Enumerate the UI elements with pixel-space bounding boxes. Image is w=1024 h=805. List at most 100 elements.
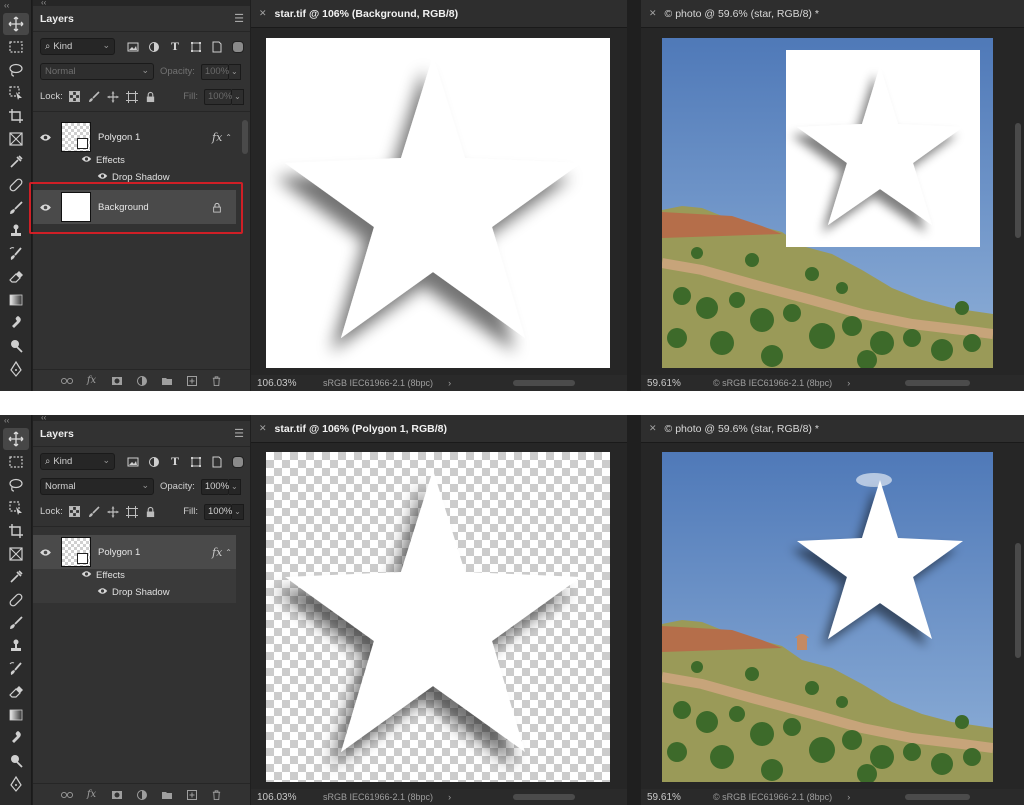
canvas-star-background[interactable] bbox=[266, 38, 610, 368]
frame-icon[interactable] bbox=[3, 128, 29, 150]
filter-kind-select[interactable]: ⌕ Kind ⌄ bbox=[40, 38, 115, 55]
layers-tab[interactable]: Layers bbox=[40, 13, 74, 25]
brush-icon[interactable] bbox=[3, 612, 29, 634]
canvas-area[interactable] bbox=[641, 443, 1024, 789]
panel-menu-icon[interactable]: ☰ bbox=[234, 427, 244, 440]
marquee-icon[interactable] bbox=[3, 451, 29, 473]
canvas-vertical-scrollbar[interactable] bbox=[1015, 543, 1021, 658]
zoom-level[interactable]: 106.03% bbox=[257, 378, 323, 389]
eraser-icon[interactable] bbox=[3, 681, 29, 703]
pen-icon[interactable] bbox=[3, 358, 29, 380]
fill-dropdown-icon[interactable]: ⌄ bbox=[232, 503, 244, 520]
fx-icon[interactable]: fx bbox=[86, 789, 98, 801]
lasso-icon[interactable] bbox=[3, 474, 29, 496]
drop-shadow-row[interactable]: Drop Shadow bbox=[97, 172, 170, 183]
history-brush-icon[interactable] bbox=[3, 658, 29, 680]
add-mask-icon[interactable] bbox=[111, 789, 123, 801]
adjustment-layer-icon[interactable] bbox=[136, 789, 148, 801]
visibility-eye-icon[interactable] bbox=[97, 587, 108, 598]
adjustment-layer-icon[interactable] bbox=[136, 375, 148, 387]
drop-shadow-row[interactable]: Drop Shadow bbox=[97, 587, 170, 598]
lock-position-icon[interactable] bbox=[107, 506, 119, 518]
fill-field[interactable]: 100% bbox=[204, 503, 232, 520]
filter-type-icon[interactable]: T bbox=[169, 454, 181, 468]
zoom-level[interactable]: 106.03% bbox=[257, 792, 323, 803]
layer-lock-icon[interactable] bbox=[212, 202, 222, 213]
lock-transparent-icon[interactable] bbox=[69, 91, 81, 103]
visibility-eye-icon[interactable] bbox=[33, 548, 57, 557]
fx-icon[interactable]: fx bbox=[86, 375, 98, 387]
marquee-icon[interactable] bbox=[3, 36, 29, 58]
fill-field[interactable]: 100% bbox=[204, 88, 232, 105]
group-folder-icon[interactable] bbox=[161, 375, 173, 387]
document-tab[interactable]: ✕ star.tif @ 106% (Background, RGB/8) bbox=[251, 0, 627, 28]
pen-icon[interactable] bbox=[3, 773, 29, 795]
close-icon[interactable]: ✕ bbox=[649, 8, 657, 19]
stamp-icon[interactable] bbox=[3, 220, 29, 242]
smudge-icon[interactable] bbox=[3, 312, 29, 334]
zoom-level[interactable]: 59.61% bbox=[647, 378, 713, 389]
document-tab[interactable]: ✕ © photo @ 59.6% (star, RGB/8) * bbox=[641, 415, 1024, 443]
opacity-field[interactable]: 100% bbox=[200, 63, 229, 80]
eraser-icon[interactable] bbox=[3, 266, 29, 288]
lock-all-icon[interactable] bbox=[145, 91, 157, 103]
close-icon[interactable]: ✕ bbox=[649, 423, 657, 434]
link-layers-icon[interactable] bbox=[60, 789, 73, 801]
add-mask-icon[interactable] bbox=[111, 375, 123, 387]
filter-smart-object-icon[interactable] bbox=[211, 456, 223, 468]
collapse-effects-chevron-icon[interactable]: ⌃ bbox=[225, 548, 232, 557]
close-icon[interactable]: ✕ bbox=[259, 423, 267, 434]
canvas-area[interactable] bbox=[251, 443, 634, 789]
layer-row-polygon-1[interactable]: Polygon 1 fx ⌃ bbox=[33, 120, 236, 154]
object-select-icon[interactable] bbox=[3, 82, 29, 104]
crop-icon[interactable] bbox=[3, 520, 29, 542]
new-layer-icon[interactable] bbox=[186, 375, 198, 387]
filter-pixel-icon[interactable] bbox=[127, 41, 139, 53]
status-menu-arrow-icon[interactable]: › bbox=[847, 378, 850, 388]
filter-shape-icon[interactable] bbox=[190, 41, 202, 53]
canvas-vertical-scrollbar[interactable] bbox=[1015, 123, 1021, 238]
lock-transparent-icon[interactable] bbox=[69, 506, 81, 518]
lasso-icon[interactable] bbox=[3, 59, 29, 81]
status-menu-arrow-icon[interactable]: › bbox=[847, 792, 850, 802]
blend-mode-select[interactable]: Normal ⌄ bbox=[40, 63, 154, 80]
lock-pixels-icon[interactable] bbox=[88, 90, 100, 103]
move-icon[interactable] bbox=[3, 13, 29, 35]
effects-row[interactable]: Effects bbox=[81, 570, 125, 581]
crop-icon[interactable] bbox=[3, 105, 29, 127]
eyedropper-icon[interactable] bbox=[3, 151, 29, 173]
canvas-horizontal-scrollbar[interactable] bbox=[513, 794, 575, 800]
trash-icon[interactable] bbox=[211, 789, 223, 801]
filter-smart-object-icon[interactable] bbox=[211, 41, 223, 53]
frame-icon[interactable] bbox=[3, 543, 29, 565]
close-icon[interactable]: ✕ bbox=[259, 8, 267, 19]
filter-shape-icon[interactable] bbox=[190, 456, 202, 468]
lock-position-icon[interactable] bbox=[107, 91, 119, 103]
layers-tab[interactable]: Layers bbox=[40, 428, 74, 440]
move-icon[interactable] bbox=[3, 428, 29, 450]
smudge-icon[interactable] bbox=[3, 727, 29, 749]
healing-icon[interactable] bbox=[3, 589, 29, 611]
filter-adjustment-icon[interactable] bbox=[148, 41, 160, 53]
canvas-horizontal-scrollbar[interactable] bbox=[513, 380, 575, 386]
panel-collapse-icon[interactable]: ‹‹ bbox=[41, 415, 46, 422]
trash-icon[interactable] bbox=[211, 375, 223, 387]
zoom-level[interactable]: 59.61% bbox=[647, 792, 713, 803]
layer-row-background[interactable]: Background bbox=[33, 190, 236, 224]
canvas-area[interactable] bbox=[251, 28, 634, 375]
status-menu-arrow-icon[interactable]: › bbox=[448, 792, 451, 802]
visibility-eye-icon[interactable] bbox=[81, 570, 92, 581]
filter-toggle-switch[interactable] bbox=[232, 455, 244, 468]
visibility-eye-icon[interactable] bbox=[33, 203, 57, 212]
lock-artboard-icon[interactable] bbox=[125, 90, 138, 103]
canvas-horizontal-scrollbar[interactable] bbox=[905, 794, 970, 800]
toolbar-collapse-icon[interactable]: ‹‹ bbox=[0, 0, 31, 12]
fill-dropdown-icon[interactable]: ⌄ bbox=[232, 88, 244, 105]
opacity-dropdown-icon[interactable]: ⌄ bbox=[228, 478, 241, 495]
new-layer-icon[interactable] bbox=[186, 789, 198, 801]
object-select-icon[interactable] bbox=[3, 497, 29, 519]
visibility-eye-icon[interactable] bbox=[33, 133, 57, 142]
lock-all-icon[interactable] bbox=[145, 506, 157, 518]
healing-icon[interactable] bbox=[3, 174, 29, 196]
filter-kind-select[interactable]: ⌕ Kind ⌄ bbox=[40, 453, 115, 470]
